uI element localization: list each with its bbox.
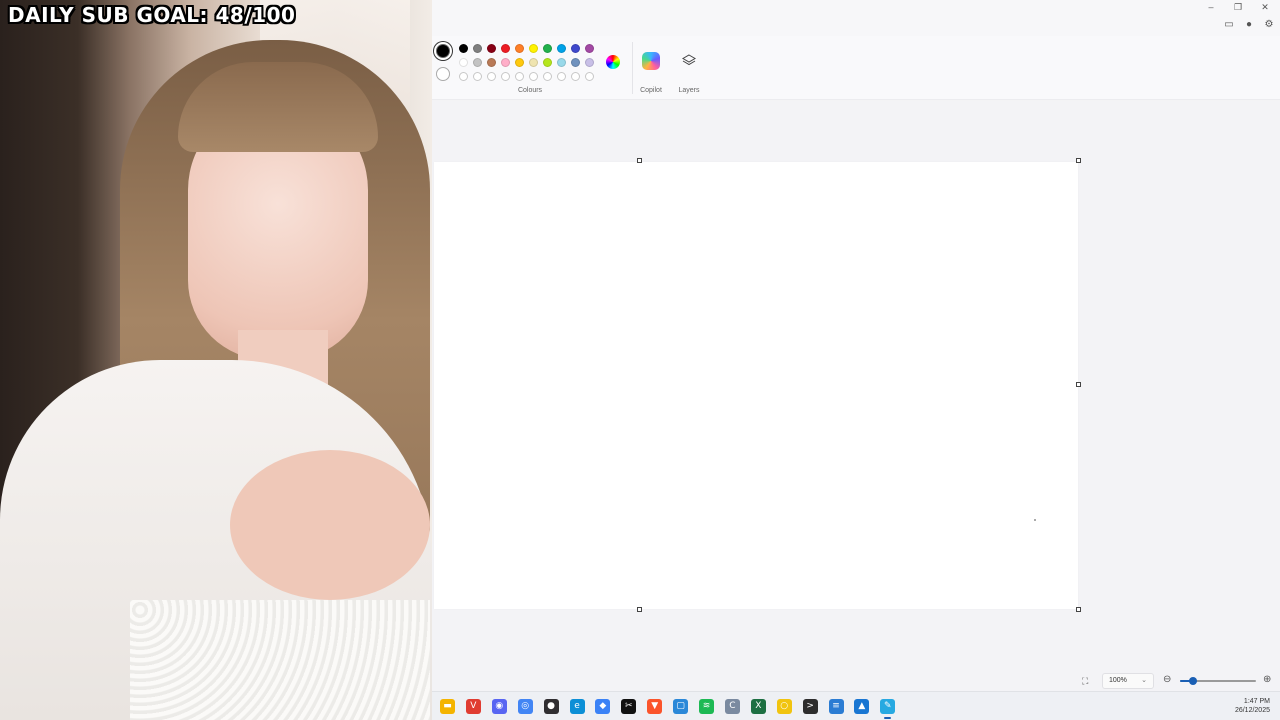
custom-colour-slot[interactable] [529,72,538,81]
palette-swatch[interactable] [543,58,552,67]
webcam-feed [0,0,432,720]
ribbon-separator [632,42,633,94]
colours-group: Colours [432,36,632,100]
status-bar: ⛶ 100% ⌄ ⊖ ⊕ [432,671,1280,691]
palette-swatch[interactable] [515,58,524,67]
custom-colour-slot[interactable] [501,72,510,81]
zoom-dropdown[interactable]: 100% ⌄ [1102,673,1154,689]
paint-window: – ❐ ✕ ▭ ● ⚙ Colours Copilot Layers ⛶ 100… [432,0,1280,720]
custom-colour-slot[interactable] [459,72,468,81]
palette-swatch[interactable] [501,44,510,53]
excel-icon[interactable]: X [750,699,766,714]
paint-icon[interactable]: ✎ [880,699,896,719]
chevron-down-icon: ⌄ [1141,677,1147,684]
palette-swatch[interactable] [571,58,580,67]
palette-swatch[interactable] [529,44,538,53]
palette-swatch[interactable] [571,44,580,53]
photos-icon[interactable]: ▲ [854,699,870,714]
system-clock[interactable]: 1:47 PM 26/12/2025 [1235,697,1270,715]
colours-label: Colours [517,87,543,94]
palette-swatch[interactable] [473,44,482,53]
fit-to-window-icon[interactable]: ⛶ [1082,676,1092,686]
palette-swatch[interactable] [515,44,524,53]
custom-colour-slot[interactable] [487,72,496,81]
palette-swatch[interactable] [473,58,482,67]
custom-colour-slot[interactable] [473,72,482,81]
close-button[interactable]: ✕ [1252,0,1278,14]
restore-button[interactable]: ❐ [1225,0,1251,14]
clock-date: 26/12/2025 [1234,707,1270,714]
zoom-slider-thumb[interactable] [1188,677,1197,685]
palette-swatch[interactable] [487,44,496,53]
copilot-icon[interactable] [642,52,660,70]
vivaldi-icon[interactable]: V [465,699,481,714]
capcut-icon[interactable]: ✂ [621,699,637,714]
zoom-in-icon[interactable]: ⊕ [1263,674,1271,685]
diamond-icon[interactable]: ◆ [595,699,611,714]
zoom-value: 100% [1109,677,1127,684]
palette-swatch[interactable] [529,58,538,67]
custom-colour-slot[interactable] [515,72,524,81]
ribbon: Colours Copilot Layers [432,36,1280,100]
custom-colour-slot[interactable] [543,72,552,81]
chrome-icon[interactable]: ◎ [517,699,533,714]
resize-handle-right[interactable] [1076,382,1081,387]
palette-swatch[interactable] [487,58,496,67]
notepad-icon[interactable]: ≡ [828,699,844,714]
resize-handle-top[interactable] [637,158,642,163]
palette-swatch[interactable] [501,58,510,67]
title-bar: – ❐ ✕ ▭ ● ⚙ [432,0,1280,36]
custom-colour-slot[interactable] [571,72,580,81]
square-icon[interactable]: ▢ [673,699,689,714]
brave-icon[interactable]: ▼ [647,699,663,714]
chest-shape [230,450,430,600]
c-icon[interactable]: C [724,699,740,714]
canvas-workspace [432,101,1280,671]
layers-label: Layers [678,87,700,94]
ring-icon[interactable]: ○ [776,699,792,714]
palette-swatch[interactable] [557,58,566,67]
resize-handle-top-right[interactable] [1076,158,1081,163]
copilot-label: Copilot [640,87,662,94]
primary-colour-swatch[interactable] [436,44,450,58]
palette-swatch[interactable] [543,44,552,53]
discord-icon[interactable]: ◉ [491,699,507,714]
palette-swatch[interactable] [459,58,468,67]
folder-icon[interactable]: ▬ [440,699,455,714]
resize-handle-bottom-right[interactable] [1076,607,1081,612]
lace-shape [130,600,430,720]
edit-colours-icon[interactable] [606,55,620,69]
drawing-canvas[interactable] [434,162,1078,609]
canvas-stray-pixel [1034,519,1036,521]
settings-icon[interactable]: ⚙ [1262,18,1276,32]
obs-icon[interactable]: ● [543,699,559,714]
account-icon[interactable]: ● [1242,18,1256,32]
resize-handle-bottom[interactable] [637,607,642,612]
palette-swatch[interactable] [459,44,468,53]
feedback-icon[interactable]: ▭ [1222,18,1236,32]
edge-icon[interactable]: e [569,699,585,714]
taskbar: ▬ V ◉ ◎ ● e ◆ ✂ ▼ ▢ ≋ C X ○ > ≡ ▲ ✎ 1:47 PM 26/12/2025 [432,691,1280,720]
palette-swatch[interactable] [585,44,594,53]
zoom-out-icon[interactable]: ⊖ [1163,674,1171,685]
terminal-icon[interactable]: > [802,699,818,714]
clock-time: 1:47 PM [1243,698,1270,705]
minimize-button[interactable]: – [1198,0,1224,14]
layers-icon[interactable] [682,54,696,68]
spotify-icon[interactable]: ≋ [699,699,714,714]
palette-swatch[interactable] [585,58,594,67]
palette-swatch[interactable] [557,44,566,53]
custom-colour-slot[interactable] [557,72,566,81]
sub-goal-overlay: DAILY SUB GOAL: 48/100 [8,3,296,27]
custom-colour-slot[interactable] [585,72,594,81]
secondary-colour-swatch[interactable] [436,67,450,81]
